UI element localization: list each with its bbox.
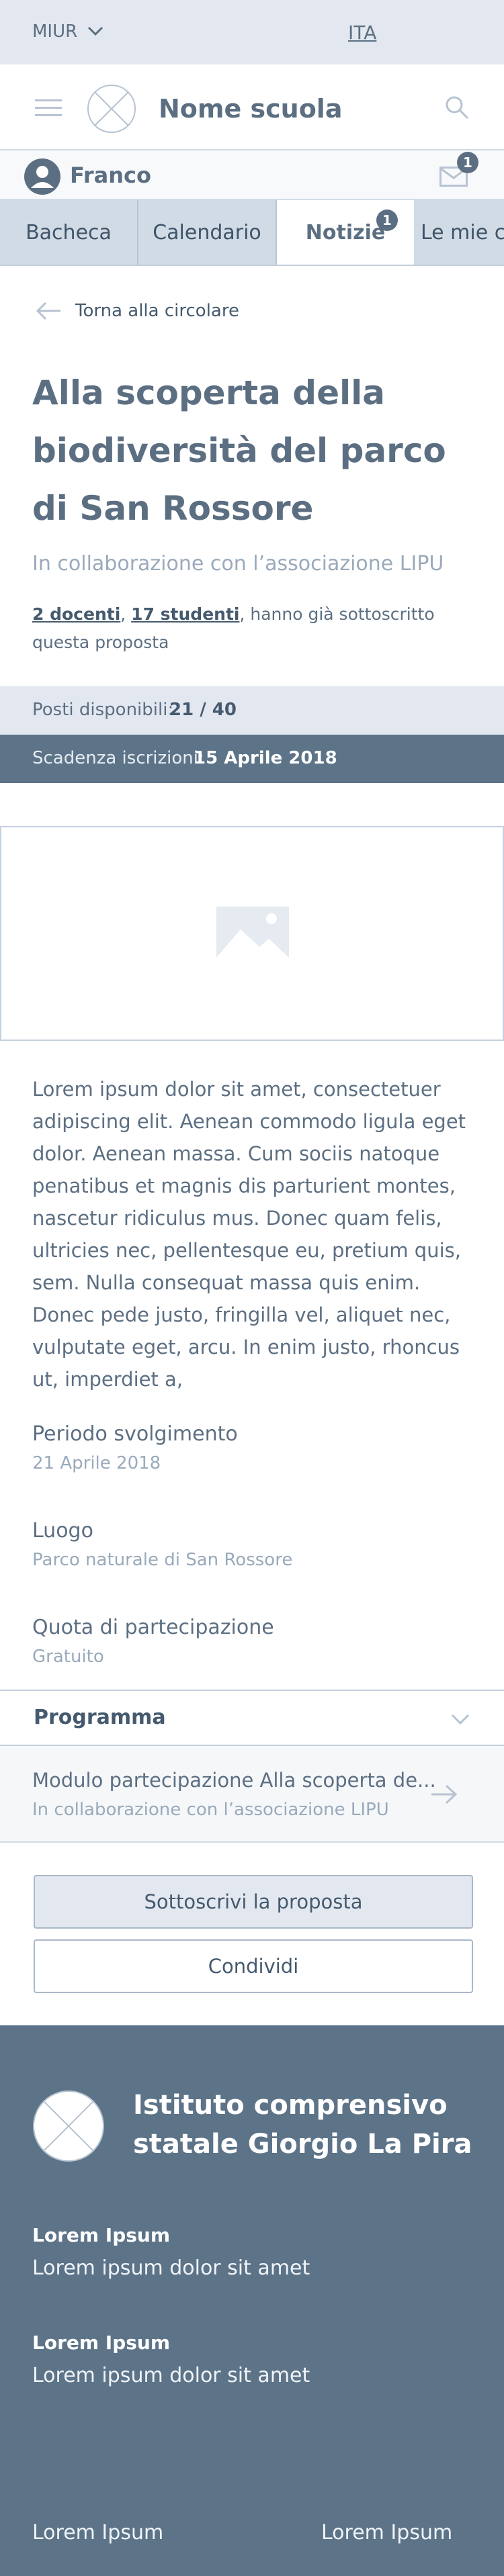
- footer-link[interactable]: Lorem Ipsum: [32, 2521, 163, 2544]
- available-seats: Posti disponibili: 21 / 40: [0, 686, 504, 735]
- page-title: Alla scoperta della biodiversità del par…: [32, 373, 446, 528]
- image-placeholder: [0, 826, 504, 1041]
- institute-name: Istituto comprensivo statale Giorgio La …: [133, 2090, 472, 2160]
- language-link[interactable]: ITA: [348, 21, 376, 44]
- chevron-down-icon: [451, 1714, 470, 1725]
- school-logo: [87, 85, 136, 133]
- footer-link[interactable]: Lorem Ipsum: [321, 2521, 452, 2544]
- institute-logo: [33, 2090, 104, 2162]
- deadline-label: Scadenza iscrizioni:: [32, 748, 204, 768]
- subscribers-summary: 2 docenti, 17 studenti, hanno già sottos…: [32, 600, 476, 657]
- user-bar: Franco 1: [0, 150, 504, 200]
- attachment-subtitle: In collaborazione con l’associazione LIP…: [32, 1800, 389, 1820]
- footer-block-text: Lorem ipsum dolor sit amet: [32, 2364, 310, 2387]
- tab-bacheca[interactable]: Bacheca: [0, 200, 138, 265]
- user-name[interactable]: Franco: [70, 163, 151, 188]
- programma-accordion[interactable]: Programma: [0, 1690, 504, 1746]
- arrow-left-icon[interactable]: [35, 301, 62, 321]
- tab-le-mie-classi[interactable]: Le mie cl: [415, 200, 504, 265]
- proposal-description: Lorem ipsum dolor sit amet, consectetuer…: [32, 1078, 466, 1391]
- tab-calendario[interactable]: Calendario: [138, 200, 277, 265]
- user-avatar-icon[interactable]: [24, 158, 60, 195]
- footer-block-text: Lorem ipsum dolor sit amet: [32, 2256, 310, 2280]
- subscription-deadline: Scadenza iscrizioni: 15 Aprile 2018: [0, 735, 504, 783]
- attachment-title: Modulo partecipazione Alla scoperta de..…: [32, 1769, 436, 1792]
- chevron-down-icon[interactable]: [86, 24, 105, 38]
- site-footer: Istituto comprensivo statale Giorgio La …: [0, 2025, 504, 2576]
- seats-value: 21 / 40: [169, 700, 237, 720]
- org-selector-label[interactable]: MIUR: [32, 21, 77, 42]
- back-link[interactable]: Torna alla circolare: [75, 301, 239, 321]
- subscribe-button[interactable]: Sottoscrivi la proposta: [34, 1875, 473, 1929]
- fee-value: Gratuito: [32, 1647, 104, 1667]
- fee-label: Quota di partecipazione: [32, 1616, 274, 1639]
- footer-block-title: Lorem Ipsum: [32, 2224, 171, 2246]
- period-label: Periodo svolgimento: [32, 1422, 238, 1446]
- place-label: Luogo: [32, 1519, 93, 1543]
- page-subtitle: In collaborazione con l’associazione LIP…: [32, 552, 444, 576]
- tab-notizie[interactable]: Notizie: [277, 200, 415, 265]
- image-icon: [216, 907, 289, 958]
- messages-badge: 1: [457, 152, 478, 173]
- news-badge: 1: [376, 210, 398, 231]
- students-link[interactable]: 17 studenti: [131, 604, 239, 624]
- deadline-value: 15 Aprile 2018: [194, 748, 337, 768]
- seats-label: Posti disponibili:: [32, 700, 174, 720]
- arrow-right-icon: [431, 1784, 458, 1804]
- teachers-link[interactable]: 2 docenti: [32, 604, 120, 624]
- top-bar: MIUR ITA: [0, 0, 504, 64]
- school-name[interactable]: Nome scuola: [159, 94, 342, 124]
- programma-label: Programma: [34, 1706, 166, 1729]
- attachment-item[interactable]: Modulo partecipazione Alla scoperta de..…: [0, 1746, 504, 1843]
- menu-icon[interactable]: [35, 98, 62, 118]
- place-value: Parco naturale di San Rossore: [32, 1550, 293, 1570]
- search-icon[interactable]: [444, 94, 470, 121]
- share-button[interactable]: Condividi: [34, 1939, 473, 1993]
- site-header: Nome scuola: [0, 64, 504, 150]
- separator-comma: ,: [120, 604, 132, 624]
- tab-bar: Bacheca Calendario Notizie Le mie cl 1: [0, 200, 504, 266]
- period-value: 21 Aprile 2018: [32, 1453, 161, 1473]
- footer-block-title: Lorem Ipsum: [32, 2332, 171, 2354]
